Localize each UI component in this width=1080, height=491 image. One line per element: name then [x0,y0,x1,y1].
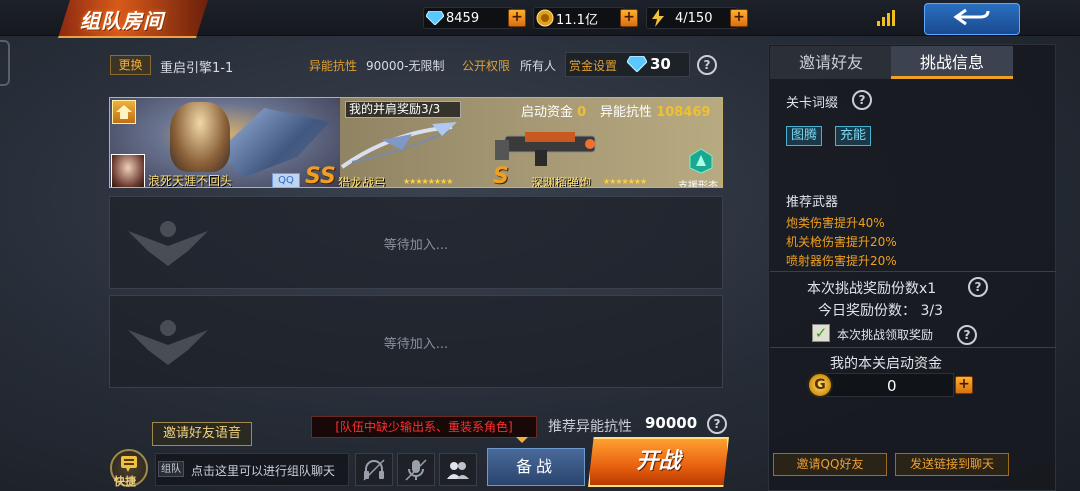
resist-value: 90000-无限制 [366,59,445,73]
gold-coin-icon [534,7,556,29]
claim-reward-checkbox[interactable]: ✓ [812,324,830,342]
start-fund: 启动资金 0 [521,105,587,120]
weapon-bonus: 机关枪伤害提升20% [786,235,897,249]
signal-icon [877,10,897,26]
weapon-stars: ★★★★★★★ [603,177,647,186]
invite-qq-friends-button[interactable]: 邀请QQ好友 [773,453,887,476]
users-icon [447,461,469,479]
permission-label: 公开权限 [462,59,511,73]
diamond-value: 8459 [446,10,480,26]
diamond-counter: 8459 [423,7,513,29]
divider [770,271,1056,272]
hero-head [170,102,230,172]
reward-tag: 我的并肩奖励3/3 [345,101,461,118]
quick-label: 快捷 [114,475,136,488]
help-icon[interactable]: ? [697,55,717,75]
qq-badge: QQ [272,173,300,187]
gold-value: 11.1亿 [556,12,598,28]
player-slot-3[interactable]: 等待加入... [109,295,723,388]
microphone-icon [405,458,427,481]
add-gold-button[interactable]: + [620,9,638,27]
microphone-button[interactable] [397,453,435,486]
fund-input[interactable] [814,373,954,397]
player-slot-2[interactable]: 等待加入... [109,196,723,289]
divider [770,347,1056,348]
chat-hint: 点击这里可以进行组队聊天 [191,464,336,478]
affix-badge[interactable]: 充能 [835,126,872,146]
weapon-stars: ★★★★★★★★ [403,177,453,186]
gold-coin-icon: G [807,372,833,398]
weapon-name: 猎龙战弓 [338,176,387,188]
stage-name: 重启引擎1-1 [160,61,234,76]
invite-voice-button[interactable]: 邀请好友语音 [152,422,252,446]
weapon-grade: SS [305,164,336,188]
help-icon[interactable]: ? [957,325,977,345]
add-stamina-button[interactable]: + [730,9,748,27]
waiting-text: 等待加入... [383,337,449,352]
back-button[interactable] [924,3,1020,35]
affix-title: 关卡词缀 [786,96,839,111]
weapon-name: 深渊榴弹炮 [531,176,592,188]
send-link-button[interactable]: 发送链接到聊天 [895,453,1009,476]
affix-badge[interactable]: 图腾 [786,126,823,146]
help-icon[interactable]: ? [968,277,988,297]
ready-button[interactable]: 备战 [487,448,585,486]
start-label: 开战 [636,449,681,474]
grenade-launcher-icon [495,132,596,166]
weapon-bonus: 喷射器伤害提升20% [786,254,897,268]
support-form-icon [689,148,713,174]
recommend-value: 90000 [645,414,698,432]
back-arrow-icon [952,6,992,32]
leader-icon [112,100,136,124]
lightning-icon [647,7,669,29]
chat-channel-tag: 组队 [158,461,184,477]
headset-button[interactable] [355,453,393,486]
diamond-icon [626,55,648,76]
warning-pointer [516,437,528,443]
my-fund-title: 我的本关启动资金 [830,356,942,372]
headset-icon [363,458,385,481]
bow-weapon-icon [340,122,457,169]
support-label: 支援形态 [678,181,718,188]
change-stage-button[interactable]: 更换 [110,55,151,75]
gold-counter: 11.1亿 [533,7,625,29]
today-reward: 今日奖励份数： 3/3 [818,303,943,319]
team-warning: [队伍中缺少输出系、重装系角色] [311,416,537,438]
avatar[interactable] [111,154,145,187]
tab-challenge-info[interactable]: 挑战信息 [891,46,1013,79]
waiting-text: 等待加入... [383,238,449,253]
weapon-grade: S [493,164,509,188]
side-drawer-handle[interactable] [0,40,10,86]
add-fund-button[interactable]: + [955,376,973,394]
reward-count: 本次挑战奖励份数x1 [807,281,937,297]
team-members-button[interactable] [439,453,477,486]
start-battle-button[interactable]: 开战 [588,437,729,487]
fund-value: 0 [887,377,897,395]
player-slot-1[interactable]: 我的并肩奖励3/3 启动资金 0 异能抗性 108469 浪死天涯不回头 QQ … [109,97,723,188]
stamina-counter: 4/150 [646,7,738,29]
bounty-value: 30 [650,55,671,73]
chat-bubble-icon [121,456,137,472]
resist-label: 异能抗性 [309,59,358,73]
diamond-icon [424,7,446,29]
recommended-weapons-title: 推荐武器 [786,195,839,210]
tab-invite-friends[interactable]: 邀请好友 [770,46,892,79]
add-diamond-button[interactable]: + [508,9,526,27]
help-icon[interactable]: ? [852,90,872,110]
recommend-label: 推荐异能抗性 [548,419,632,435]
claim-reward-label: 本次挑战领取奖励 [837,328,934,342]
stamina-value: 4/150 [675,10,713,26]
player-resist: 异能抗性 108469 [600,105,711,120]
weapon-bonus: 炮类伤害提升40% [786,216,885,230]
help-icon[interactable]: ? [707,414,727,434]
permission-value[interactable]: 所有人 [520,57,556,74]
bounty-label: 赏金设置 [569,59,618,73]
page-title: 组队房间 [80,9,164,33]
player-name: 浪死天涯不回头 [148,174,233,188]
